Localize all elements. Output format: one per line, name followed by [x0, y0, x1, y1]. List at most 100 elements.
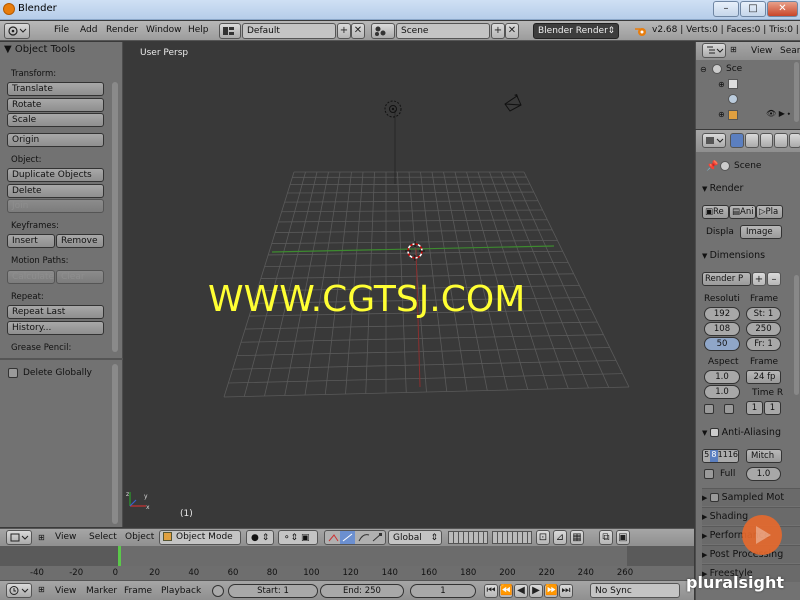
- preview-range-icon[interactable]: [212, 585, 224, 597]
- filter-size-field[interactable]: 1.0: [746, 467, 781, 481]
- rotate-button[interactable]: Rotate: [7, 98, 104, 112]
- editor-type-3dview-icon[interactable]: [6, 530, 32, 545]
- transform-orientation-dropdown[interactable]: Global ⇕: [388, 530, 442, 545]
- add-scene-button[interactable]: +: [491, 23, 505, 39]
- playhead-marker[interactable]: [118, 546, 121, 566]
- aa-sample-8[interactable]: 8: [710, 450, 718, 462]
- render-tab-icon[interactable]: [730, 133, 744, 148]
- aspect-y-field[interactable]: 1.0: [704, 385, 740, 399]
- lock-layers-icon[interactable]: ⊡: [536, 530, 550, 545]
- snap-element-icon[interactable]: ▦: [570, 530, 584, 545]
- remove-screen-button[interactable]: ✕: [351, 23, 365, 39]
- remove-scene-button[interactable]: ✕: [505, 23, 519, 39]
- duplicate-objects-button[interactable]: Duplicate Objects: [7, 168, 104, 182]
- layer-buttons-left[interactable]: [448, 531, 488, 544]
- render-engine-dropdown[interactable]: Blender Render ⇕: [533, 23, 619, 39]
- sampled-motion-panel-header[interactable]: ▶ Sampled Mot: [702, 488, 800, 506]
- object-tools-header[interactable]: ▼ Object Tools: [4, 44, 75, 55]
- tool-shelf-scrollbar[interactable]: [112, 82, 118, 352]
- aa-sample-5[interactable]: 5: [703, 450, 711, 462]
- camera-icon[interactable]: [502, 93, 524, 115]
- delete-button[interactable]: Delete: [7, 184, 104, 198]
- 3d-cursor-icon[interactable]: [405, 241, 425, 261]
- scene-icon[interactable]: [371, 23, 395, 39]
- menu-timeline-view[interactable]: View: [55, 586, 76, 596]
- jump-keyframe-back-icon[interactable]: ⏪: [499, 584, 513, 598]
- screen-layout-icon[interactable]: [219, 23, 241, 39]
- world-tab-icon[interactable]: [774, 133, 789, 148]
- header-collapse-icon[interactable]: ⊞: [730, 45, 737, 54]
- menu-add[interactable]: Add: [80, 25, 97, 35]
- maximize-button[interactable]: □: [740, 1, 766, 17]
- resolution-percent-field[interactable]: 50: [704, 337, 740, 351]
- render-preset-dropdown[interactable]: Render P: [702, 272, 751, 286]
- delete-globally-checkbox[interactable]: [8, 368, 18, 378]
- minimize-button[interactable]: –: [713, 1, 739, 17]
- time-new-field[interactable]: 1: [764, 401, 781, 415]
- object-tab-icon[interactable]: [789, 133, 800, 148]
- snap-icon[interactable]: ⊿: [553, 530, 567, 545]
- frame-start-field[interactable]: St: 1: [746, 307, 781, 321]
- tool-shelf-scrollbar-lower[interactable]: [112, 364, 118, 524]
- pin-icon[interactable]: 📌: [706, 161, 718, 172]
- menu-render[interactable]: Render: [106, 25, 138, 35]
- editor-type-properties-icon[interactable]: [702, 133, 726, 148]
- menu-select[interactable]: Select: [89, 532, 117, 542]
- editor-type-timeline-icon[interactable]: [6, 583, 32, 598]
- menu-window[interactable]: Window: [146, 25, 182, 35]
- render-panel-header[interactable]: ▼ Render: [702, 180, 800, 198]
- outliner-scene-item[interactable]: Sce: [726, 64, 742, 74]
- lamp-icon[interactable]: [382, 98, 404, 120]
- jump-end-icon[interactable]: ⏭: [559, 584, 573, 598]
- pivot-point-dropdown[interactable]: ⚬⇕ ▣: [278, 530, 318, 545]
- render-animation-icon[interactable]: ▣: [616, 530, 630, 545]
- expand-plus-icon[interactable]: ⊕: [718, 80, 725, 89]
- play-rendered-button[interactable]: ▷Pla: [756, 205, 783, 219]
- translate-button[interactable]: Translate: [7, 82, 104, 96]
- visibility-icons[interactable]: 👁 ▶ ⬩: [766, 109, 790, 119]
- anti-aliasing-panel-header[interactable]: ▼ Anti-Aliasing: [702, 424, 800, 442]
- clear-button[interactable]: Clear: [56, 270, 104, 284]
- scene-tab-icon[interactable]: [759, 133, 774, 148]
- sync-mode-dropdown[interactable]: No Sync: [590, 583, 680, 598]
- crop-checkbox[interactable]: [724, 404, 734, 414]
- jump-start-icon[interactable]: ⏮: [484, 584, 498, 598]
- jump-keyframe-forward-icon[interactable]: ⏩: [544, 584, 558, 598]
- end-frame-field[interactable]: End: 250: [320, 584, 404, 598]
- join-button[interactable]: Join: [7, 199, 104, 213]
- current-frame-field[interactable]: 1: [410, 584, 476, 598]
- 3d-viewport[interactable]: User Persp z xy (1) WWW.CGTSJ.COM: [124, 42, 694, 527]
- properties-scrollbar[interactable]: [794, 275, 799, 395]
- dimensions-panel-header[interactable]: ▼ Dimensions: [702, 247, 800, 265]
- layer-buttons-right[interactable]: [492, 531, 532, 544]
- render-preview-icon[interactable]: ⧉: [599, 530, 613, 545]
- insert-keyframe-button[interactable]: Insert: [7, 234, 55, 248]
- render-animation-button[interactable]: ▤Ani: [729, 205, 756, 219]
- add-preset-button[interactable]: +: [752, 272, 766, 286]
- anti-aliasing-checkbox[interactable]: [709, 428, 719, 437]
- remove-preset-button[interactable]: –: [767, 272, 781, 286]
- outliner-scrollbar[interactable]: [794, 62, 799, 122]
- resolution-x-field[interactable]: 192: [704, 307, 740, 321]
- aspect-x-field[interactable]: 1.0: [704, 370, 740, 384]
- frame-rate-dropdown[interactable]: 24 fp: [746, 370, 781, 384]
- history-button[interactable]: History...: [7, 321, 104, 335]
- sampled-motion-checkbox[interactable]: [709, 493, 719, 502]
- repeat-last-button[interactable]: Repeat Last: [7, 305, 104, 319]
- aa-sample-16[interactable]: 16: [727, 450, 738, 462]
- menu-outliner-view[interactable]: View: [751, 46, 772, 56]
- menu-playback[interactable]: Playback: [161, 586, 201, 596]
- aa-filter-dropdown[interactable]: Mitch: [746, 449, 782, 463]
- manipulator-group[interactable]: [324, 530, 386, 545]
- render-layers-tab-icon[interactable]: [744, 133, 759, 148]
- expand-minus-icon[interactable]: ⊖: [700, 65, 707, 74]
- border-checkbox[interactable]: [704, 404, 714, 414]
- menu-outliner-search[interactable]: Search: [780, 46, 800, 56]
- aa-sample-11[interactable]: 11: [717, 450, 728, 462]
- start-frame-field[interactable]: Start: 1: [228, 584, 318, 598]
- header-collapse-icon[interactable]: ⊞: [38, 533, 45, 542]
- display-dropdown[interactable]: Image: [740, 225, 782, 239]
- timeline-editor[interactable]: -40 -20 0 20 40 60 80 100 120 140 160 180 200 220 240 2…: [0, 546, 694, 580]
- viewport-shading-dropdown[interactable]: ● ⇕: [246, 530, 274, 545]
- add-screen-button[interactable]: +: [337, 23, 351, 39]
